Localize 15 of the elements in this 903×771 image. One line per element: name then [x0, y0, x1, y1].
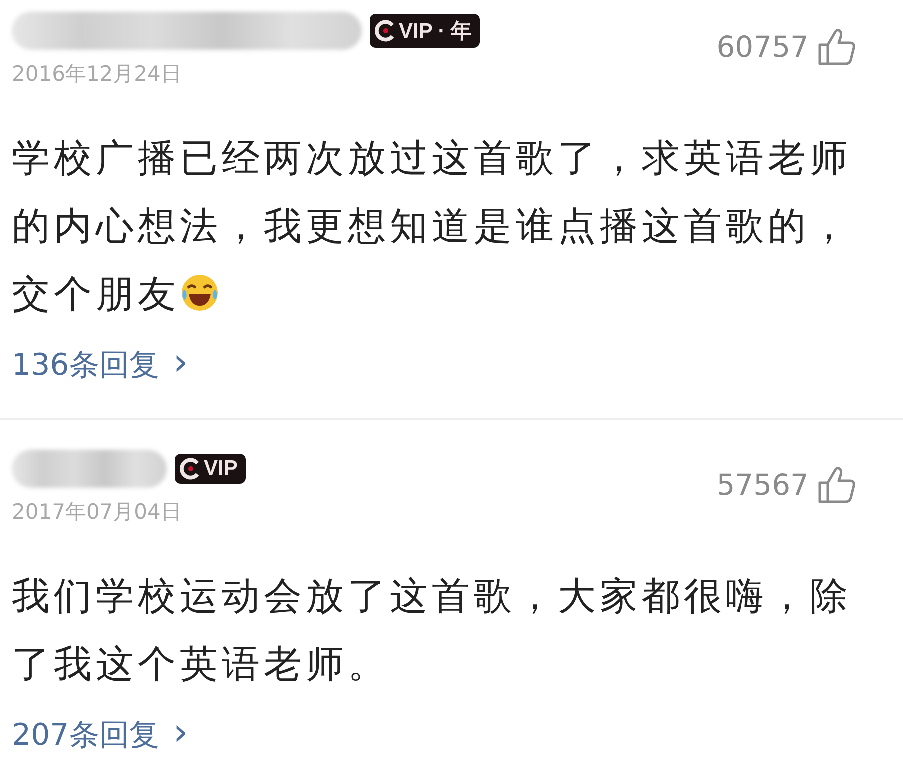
replies-link[interactable]: 207条回复 ›: [12, 710, 188, 756]
like-count: 57567: [716, 468, 809, 502]
vip-logo-icon: [180, 458, 202, 480]
replies-link[interactable]: 136条回复 ›: [12, 340, 188, 386]
comment-date: 2016年12月24日: [12, 61, 183, 88]
comment-text: 我们学校运动会放了这首歌，大家都很嗨，除了我这个英语老师。: [12, 573, 853, 688]
like-count: 60757: [716, 30, 809, 64]
comment-text: 学校广播已经两次放过这首歌了，求英语老师的内心想法，我更想知道是谁点播这首歌的，交个朋友: [12, 135, 853, 318]
thumbs-up-icon[interactable]: [817, 465, 857, 505]
vip-logo-icon: [375, 20, 397, 42]
vip-badge-label: VIP · 年: [399, 19, 472, 45]
thumbs-up-icon[interactable]: [817, 27, 857, 67]
laughing-emoji-icon: [180, 273, 220, 313]
vip-badge-label: VIP: [204, 457, 238, 481]
comment-date: 2017年07月04日: [12, 499, 183, 526]
